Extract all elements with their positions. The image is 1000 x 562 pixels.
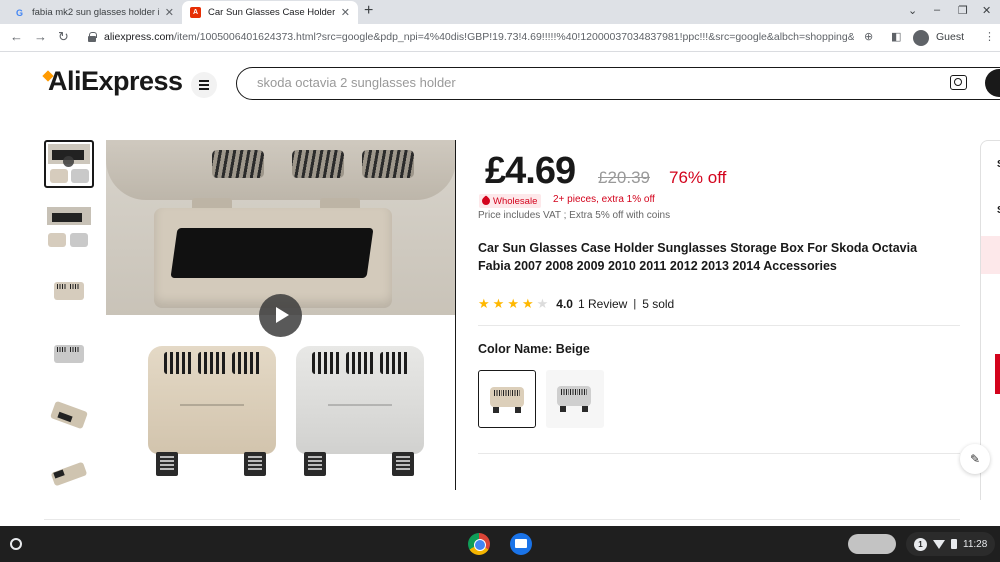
- aliexpress-icon: A: [190, 7, 201, 18]
- star-filled-icon: ★: [507, 296, 519, 311]
- product-title: Car Sun Glasses Case Holder Sunglasses S…: [478, 241, 918, 273]
- more-menu-icon[interactable]: ⋮: [984, 30, 995, 43]
- clock: 11:28: [963, 538, 988, 550]
- vent-graphic: [362, 150, 414, 178]
- star-filled-icon: ★: [478, 296, 490, 311]
- status-tray[interactable]: 1 11:28: [906, 532, 996, 556]
- os-shelf: 1 11:28: [0, 526, 1000, 562]
- back-icon[interactable]: ←: [10, 29, 23, 44]
- product-beige: [148, 346, 276, 476]
- rating-row: ★ ★ ★ ★ ★ 4.0 1 Review | 5 sold: [478, 296, 674, 312]
- tab-aliexpress-product[interactable]: A Car Sun Glasses Case Holder Su ✕: [182, 1, 358, 24]
- minimize-icon[interactable]: –: [934, 4, 940, 16]
- address-bar[interactable]: aliexpress.com/item/1005006401624373.htm…: [104, 31, 854, 43]
- close-tab-icon[interactable]: ✕: [341, 6, 350, 19]
- launcher-icon[interactable]: [10, 538, 22, 550]
- gallery-divider: [455, 140, 456, 490]
- thumbnail-video[interactable]: [44, 140, 94, 188]
- divider: [44, 519, 960, 520]
- wholesale-badge: Wholesale: [479, 194, 542, 208]
- buy-button[interactable]: [995, 354, 1000, 394]
- main-product-image[interactable]: [106, 140, 456, 490]
- zoom-icon[interactable]: ⊕: [864, 30, 873, 43]
- vent-graphic: [292, 150, 344, 178]
- thumbnail-image[interactable]: [44, 203, 94, 251]
- holding-space-thumbnail[interactable]: [848, 534, 896, 554]
- play-video-icon[interactable]: [259, 294, 302, 337]
- google-icon: G: [15, 7, 23, 18]
- url-path: /item/1005006401624373.html?src=google&p…: [174, 31, 854, 43]
- url-domain: aliexpress.com: [104, 31, 175, 43]
- browser-tab-bar: G fabia mk2 sun glasses holder ive ✕ A C…: [0, 0, 1000, 24]
- original-price: £20.39: [598, 168, 650, 187]
- color-swatch-grey[interactable]: [546, 370, 604, 428]
- vent-graphic: [212, 150, 264, 178]
- wifi-icon: [933, 539, 945, 549]
- lock-icon[interactable]: [88, 32, 97, 42]
- files-app-icon[interactable]: [510, 533, 532, 555]
- search-bar: [236, 67, 1000, 100]
- thumbnail-image[interactable]: [44, 392, 94, 440]
- thumbnail-image[interactable]: [44, 455, 94, 491]
- in-car-photo: [106, 140, 456, 315]
- tag-icon: [480, 195, 492, 207]
- battery-icon: [951, 539, 957, 549]
- current-price: £4.69: [485, 150, 576, 192]
- color-label: Color Name: Beige: [478, 342, 590, 356]
- divider: [478, 325, 960, 326]
- separator: |: [633, 298, 637, 310]
- new-tab-button[interactable]: +: [364, 2, 373, 20]
- category-menu-button[interactable]: [191, 72, 217, 98]
- discount-label: 76% off: [669, 168, 727, 187]
- search-button[interactable]: [985, 69, 1000, 97]
- divider: [478, 453, 960, 454]
- profile-avatar-icon[interactable]: [913, 30, 929, 46]
- wholesale-label: Wholesale: [493, 195, 538, 207]
- tab-google-search[interactable]: G fabia mk2 sun glasses holder ive ✕: [6, 1, 182, 24]
- star-filled-icon: ★: [521, 296, 534, 311]
- image-search-icon[interactable]: [950, 75, 967, 90]
- edit-icon[interactable]: ✎: [960, 444, 990, 474]
- forward-icon[interactable]: →: [34, 29, 47, 44]
- reload-icon[interactable]: ↻: [58, 29, 69, 45]
- restore-icon[interactable]: ❐: [958, 4, 968, 17]
- thumbnail-image[interactable]: [44, 329, 94, 377]
- tab-title: fabia mk2 sun glasses holder ive: [32, 7, 159, 18]
- product-grey: [296, 346, 424, 476]
- aliexpress-logo[interactable]: AliExpress: [48, 66, 183, 97]
- color-swatch-beige[interactable]: [478, 370, 536, 428]
- panel-highlight: [981, 236, 1000, 274]
- star-filled-icon: ★: [492, 296, 505, 311]
- tab-search-icon[interactable]: ⌄: [908, 4, 917, 17]
- star-empty-icon: ★: [536, 296, 549, 311]
- vat-note: Price includes VAT ; Extra 5% off with c…: [478, 210, 671, 221]
- sold-count: 5 sold: [642, 297, 675, 311]
- sunglasses-lens: [170, 228, 374, 278]
- browser-toolbar: ← → ↻ aliexpress.com/item/10050064016243…: [0, 24, 1000, 52]
- wholesale-info: 2+ pieces, extra 1% off: [553, 194, 655, 205]
- search-input[interactable]: [257, 75, 917, 90]
- thumbnail-image[interactable]: [44, 266, 94, 314]
- close-tab-icon[interactable]: ✕: [165, 6, 174, 19]
- profile-label[interactable]: Guest: [936, 31, 964, 43]
- rating-value: 4.0: [556, 297, 573, 311]
- reviews-link[interactable]: 1 Review: [578, 297, 627, 311]
- chrome-app-icon[interactable]: [468, 533, 490, 555]
- side-panel-icon[interactable]: ◧: [891, 30, 901, 43]
- tab-title: Car Sun Glasses Case Holder Su: [208, 7, 335, 18]
- notification-badge: 1: [914, 537, 927, 551]
- close-window-icon[interactable]: ✕: [982, 4, 991, 17]
- star-rating: ★ ★ ★ ★ ★: [478, 297, 548, 311]
